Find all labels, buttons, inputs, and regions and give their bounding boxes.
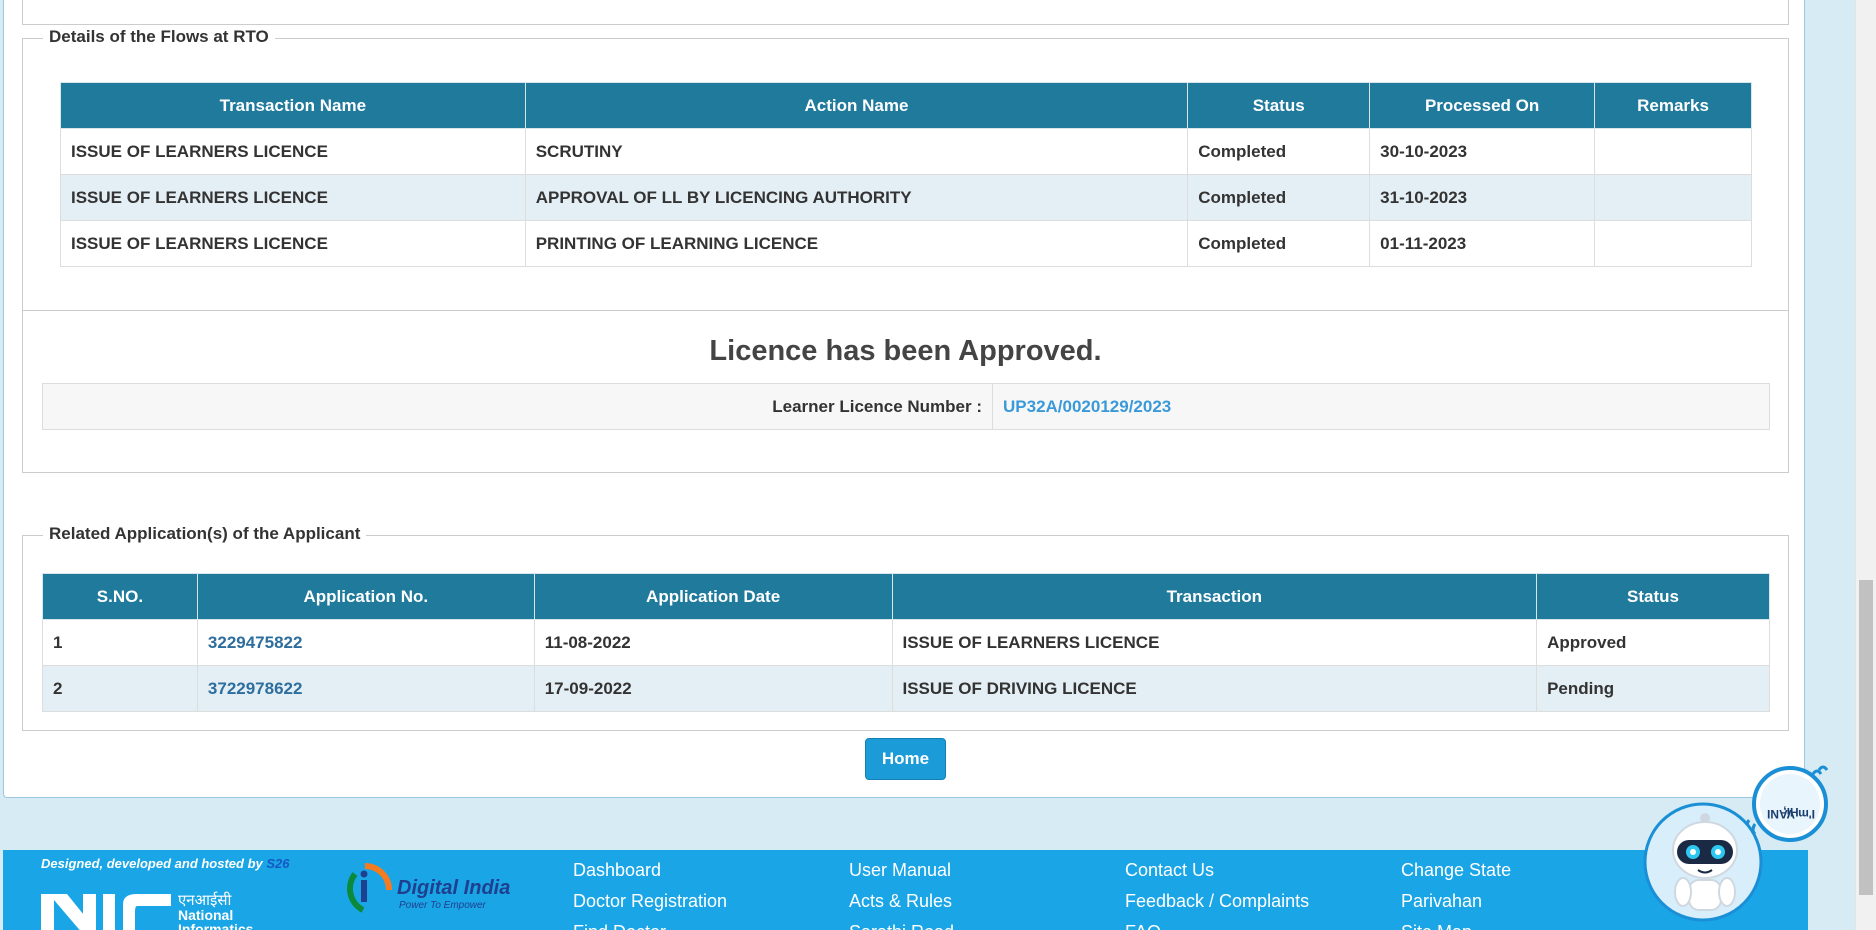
cell-transaction: ISSUE OF LEARNERS LICENCE	[60, 220, 526, 267]
related-table: S.NO. Application No. Application Date T…	[42, 573, 1770, 712]
cell-appdate: 17-09-2022	[533, 665, 893, 712]
flows-table: Transaction Name Action Name Status Proc…	[60, 82, 1752, 267]
cell-transaction: ISSUE OF LEARNERS LICENCE	[891, 619, 1538, 666]
chatbot-bubble-text-2: Hi,	[1783, 805, 1798, 819]
nic-english-2: Informatics	[178, 921, 254, 930]
footer-credit-text: Designed, developed and hosted by	[41, 856, 263, 871]
cell-transaction: ISSUE OF DRIVING LICENCE	[891, 665, 1538, 712]
nic-logo: एनआईसी National Informatics	[41, 891, 254, 930]
related-header-transaction: Transaction	[891, 573, 1538, 620]
footer-col-3: Contact Us Feedback / Complaints FAQ	[1125, 860, 1309, 930]
footer-link-site-map[interactable]: Site Map	[1401, 922, 1511, 930]
cell-transaction: ISSUE OF LEARNERS LICENCE	[60, 128, 526, 175]
cell-processed: 30-10-2023	[1369, 128, 1596, 175]
footer-link-parivahan[interactable]: Parivahan	[1401, 891, 1511, 922]
cell-remarks	[1594, 128, 1752, 175]
cell-status: Completed	[1187, 128, 1371, 175]
flows-header-status: Status	[1187, 82, 1371, 129]
flows-header-remarks: Remarks	[1594, 82, 1752, 129]
learner-licence-label: Learner Licence Number :	[43, 384, 993, 429]
footer-link-feedback[interactable]: Feedback / Complaints	[1125, 891, 1309, 922]
digital-india-text: Digital India	[397, 877, 510, 899]
cell-action: PRINTING OF LEARNING LICENCE	[524, 220, 1189, 267]
cell-status: Completed	[1187, 220, 1371, 267]
footer-link-sarathi[interactable]: Sarathi Road	[849, 922, 954, 930]
footer-link-change-state[interactable]: Change State	[1401, 860, 1511, 891]
digital-india-logo: Digital India Power To Empower	[347, 863, 510, 913]
vertical-scrollbar[interactable]	[1855, 0, 1876, 930]
table-row: 2 3722978622 17-09-2022 ISSUE OF DRIVING…	[42, 665, 1770, 712]
scrollbar-thumb[interactable]	[1859, 580, 1873, 895]
footer-col-4: Change State Parivahan Site Map	[1401, 860, 1511, 930]
footer-link-find-doctor[interactable]: Find Doctor	[573, 922, 727, 930]
table-row: ISSUE OF LEARNERS LICENCE APPROVAL OF LL…	[60, 174, 1752, 221]
flows-header-processed: Processed On	[1369, 82, 1596, 129]
related-legend: Related Application(s) of the Applicant	[43, 524, 367, 544]
footer-link-dashboard[interactable]: Dashboard	[573, 860, 727, 891]
footer-link-doctor-registration[interactable]: Doctor Registration	[573, 891, 727, 922]
learner-licence-number: UP32A/0020129/2023	[1003, 397, 1172, 416]
table-row: ISSUE OF LEARNERS LICENCE PRINTING OF LE…	[60, 220, 1752, 267]
flows-legend: Details of the Flows at RTO	[43, 27, 275, 47]
related-header-status: Status	[1536, 573, 1770, 620]
related-header-appno: Application No.	[196, 573, 535, 620]
cell-status: Pending	[1536, 665, 1770, 712]
robot-chatbot-icon[interactable]: I'm VANI Hi,	[1643, 762, 1853, 930]
table-row: ISSUE OF LEARNERS LICENCE SCRUTINY Compl…	[60, 128, 1752, 175]
cell-appno: 3722978622	[196, 665, 535, 712]
cell-transaction: ISSUE OF LEARNERS LICENCE	[60, 174, 526, 221]
cell-status: Approved	[1536, 619, 1770, 666]
cell-action: APPROVAL OF LL BY LICENCING AUTHORITY	[524, 174, 1189, 221]
cell-appno: 3229475822	[196, 619, 535, 666]
footer-link-contact-us[interactable]: Contact Us	[1125, 860, 1309, 891]
cell-processed: 01-11-2023	[1369, 220, 1596, 267]
application-number-link[interactable]: 3722978622	[208, 679, 303, 698]
cell-remarks	[1594, 174, 1752, 221]
table-row: 1 3229475822 11-08-2022 ISSUE OF LEARNER…	[42, 619, 1770, 666]
cell-appdate: 11-08-2022	[533, 619, 893, 666]
cell-processed: 31-10-2023	[1369, 174, 1596, 221]
cell-action: SCRUTINY	[524, 128, 1189, 175]
footer-link-faq[interactable]: FAQ	[1125, 922, 1309, 930]
footer: Designed, developed and hosted by S26 एन…	[3, 850, 1808, 930]
flows-header-transaction: Transaction Name	[60, 82, 526, 129]
footer-credit-link[interactable]: S26	[266, 856, 289, 871]
approval-title: Licence has been Approved.	[709, 335, 1102, 367]
footer-col-1: Dashboard Doctor Registration Find Docto…	[573, 860, 727, 930]
cell-sno: 1	[42, 619, 198, 666]
footer-link-user-manual[interactable]: User Manual	[849, 860, 954, 891]
digital-india-tagline: Power To Empower	[399, 900, 487, 911]
footer-credit: Designed, developed and hosted by S26	[41, 856, 290, 871]
flows-header-action: Action Name	[524, 82, 1189, 129]
footer-link-acts-rules[interactable]: Acts & Rules	[849, 891, 954, 922]
cell-remarks	[1594, 220, 1752, 267]
related-header-sno: S.NO.	[42, 573, 198, 620]
home-button[interactable]: Home	[865, 738, 946, 780]
page: Details of the Flows at RTO Transaction …	[0, 0, 1808, 930]
cell-sno: 2	[42, 665, 198, 712]
learner-licence-row: Learner Licence Number : UP32A/0020129/2…	[42, 383, 1770, 430]
footer-col-2: User Manual Acts & Rules Sarathi Road	[849, 860, 954, 930]
previous-section-box	[22, 0, 1789, 25]
related-header-appdate: Application Date	[533, 573, 893, 620]
application-number-link[interactable]: 3229475822	[208, 633, 303, 652]
cell-status: Completed	[1187, 174, 1371, 221]
